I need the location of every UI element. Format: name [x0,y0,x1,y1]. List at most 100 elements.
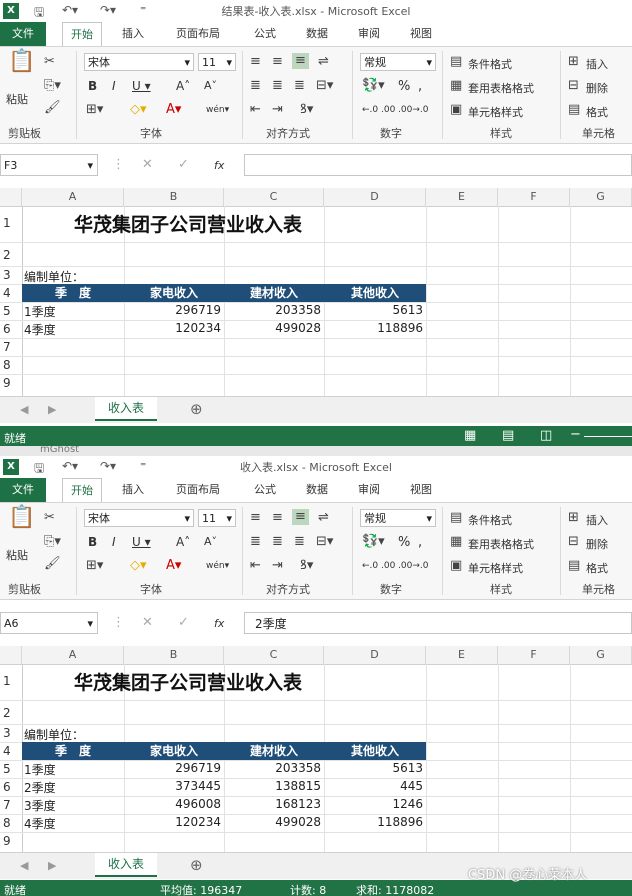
cell-a5[interactable]: 1季度 [24,761,124,778]
formula-input[interactable] [244,154,632,176]
merge-center-icon[interactable]: ⊟▾ [316,535,333,549]
cell-d8[interactable]: 118896 [324,815,426,829]
formula-input[interactable]: 2季度 [244,612,632,634]
increase-indent-icon[interactable]: ⇥ [272,559,283,573]
fill-color-icon[interactable]: ◇▾ [130,103,147,117]
sheet-tab-income[interactable]: 收入表 [95,397,157,421]
page-break-view-icon[interactable]: ◫ [540,428,552,443]
conditional-format-icon[interactable]: ▤ [450,55,462,69]
align-top-icon[interactable]: ≡ [250,55,261,69]
row-header-5[interactable]: 5 [0,304,22,318]
cell-grid[interactable]: 1 2 3 4 5 6 7 8 9 华茂集团子公司营业收入表 编制单位： 季 度… [0,206,632,396]
bold-button[interactable]: B [88,535,97,549]
col-header-a[interactable]: A [22,646,124,664]
add-sheet-icon[interactable]: ⊕ [190,856,203,874]
col-header-f[interactable]: F [498,646,570,664]
align-middle-icon[interactable]: ≡ [272,55,283,69]
underline-button[interactable]: U ▾ [132,79,151,93]
cell-a7[interactable]: 3季度 [24,797,124,814]
cell-b6[interactable]: 373445 [124,779,224,793]
prev-sheet-icon[interactable]: ◀ [20,403,28,416]
cell-styles-icon[interactable]: ▣ [450,103,462,117]
format-cells-button[interactable]: 格式 [586,104,608,120]
cell-a6[interactable]: 2季度 [24,779,124,796]
currency-icon[interactable]: 💱▾ [362,535,385,549]
sheet-title-cell[interactable]: 华茂集团子公司营业收入表 [74,210,394,237]
col-header-g[interactable]: G [570,188,632,206]
format-painter-icon[interactable]: 🖌 [44,101,61,115]
align-bottom-icon[interactable]: ≡ [292,53,309,69]
col-header-f[interactable]: F [498,188,570,206]
tab-formulas[interactable]: 公式 [254,478,276,502]
row-header-9[interactable]: 9 [0,376,22,390]
currency-icon[interactable]: 💱▾ [362,79,385,93]
conditional-format-button[interactable]: 条件格式 [468,56,512,72]
phonetic-icon[interactable]: wén▾ [206,561,229,571]
tab-file[interactable]: 文件 [0,22,46,46]
number-format-select[interactable]: 常规 ▾ [360,53,436,71]
sheet-title-cell[interactable]: 华茂集团子公司营业收入表 [74,668,394,695]
row-header-1[interactable]: 1 [0,674,22,688]
cell-b7[interactable]: 496008 [124,797,224,811]
conditional-format-button[interactable]: 条件格式 [468,512,512,528]
tab-data[interactable]: 数据 [306,22,328,46]
insert-function-button[interactable]: fx [214,159,224,172]
header-cell-appliance[interactable]: 家电收入 [124,284,224,302]
comma-button[interactable]: , [418,535,422,550]
row-header-6[interactable]: 6 [0,322,22,336]
italic-button[interactable]: I [112,535,116,549]
copy-icon[interactable]: ⎘▾ [44,535,61,549]
cell-d6[interactable]: 445 [324,779,426,793]
decrease-indent-icon[interactable]: ⇤ [250,103,261,117]
tab-home[interactable]: 开始 [62,478,102,502]
tab-view[interactable]: 视图 [410,478,432,502]
cut-icon[interactable]: ✂ [44,55,55,69]
row-header-3[interactable]: 3 [0,268,22,282]
row-header-7[interactable]: 7 [0,798,22,812]
align-center-icon[interactable]: ≣ [272,535,283,549]
grow-font-button[interactable]: A˄ [176,535,190,549]
cell-b8[interactable]: 120234 [124,815,224,829]
underline-button[interactable]: U ▾ [132,535,151,549]
cell-d6[interactable]: 118896 [324,321,426,335]
cell-a3[interactable]: 编制单位： [24,268,124,285]
insert-function-button[interactable]: fx [214,617,224,630]
format-cells-icon[interactable]: ▤ [568,103,580,117]
align-bottom-icon[interactable]: ≡ [292,509,309,525]
wrap-text-icon[interactable]: ⇌ [318,511,329,525]
format-as-table-icon[interactable]: ▦ [450,535,462,549]
cell-b5[interactable]: 296719 [124,761,224,775]
shrink-font-button[interactable]: A˅ [204,535,217,548]
delete-cells-button[interactable]: 删除 [586,536,608,552]
col-header-c[interactable]: C [224,646,324,664]
bold-button[interactable]: B [88,79,97,93]
font-name-select[interactable]: 宋体 ▾ [84,53,194,71]
paste-button[interactable]: 粘贴 [6,547,28,563]
tab-insert[interactable]: 插入 [122,478,144,502]
tab-insert[interactable]: 插入 [122,22,144,46]
name-box[interactable]: F3 ▾ [0,154,98,176]
zoom-out-icon[interactable]: − [570,427,581,442]
cell-d5[interactable]: 5613 [324,303,426,317]
tab-view[interactable]: 视图 [410,22,432,46]
header-cell-other[interactable]: 其他收入 [324,284,426,302]
page-layout-view-icon[interactable]: ▤ [502,428,514,443]
decrease-indent-icon[interactable]: ⇤ [250,559,261,573]
cell-d7[interactable]: 1246 [324,797,426,811]
next-sheet-icon[interactable]: ▶ [48,859,56,872]
row-header-8[interactable]: 8 [0,816,22,830]
col-header-b[interactable]: B [124,646,224,664]
increase-decimal-icon[interactable]: ←.0 .00 [362,561,395,571]
align-right-icon[interactable]: ≣ [294,535,305,549]
col-header-b[interactable]: B [124,188,224,206]
font-name-select[interactable]: 宋体 ▾ [84,509,194,527]
decrease-decimal-icon[interactable]: .00→.0 [398,105,428,115]
decrease-decimal-icon[interactable]: .00→.0 [398,561,428,571]
row-header-8[interactable]: 8 [0,358,22,372]
delete-cells-icon[interactable]: ⊟ [568,79,579,93]
cell-c5[interactable]: 203358 [224,761,324,775]
insert-cells-icon[interactable]: ⊞ [568,511,579,525]
col-header-d[interactable]: D [324,188,426,206]
format-as-table-icon[interactable]: ▦ [450,79,462,93]
col-header-c[interactable]: C [224,188,324,206]
